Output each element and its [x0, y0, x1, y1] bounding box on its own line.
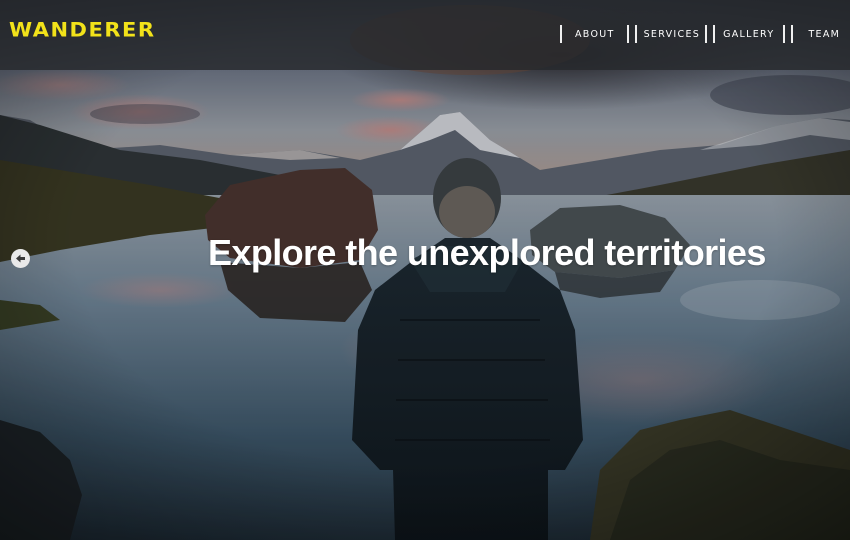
- site-logo[interactable]: WANDERER: [9, 19, 156, 42]
- carousel-prev-button[interactable]: [11, 249, 30, 268]
- top-navbar: WANDERER ABOUT SERVICES GALLERY TEAM: [0, 0, 850, 70]
- arrow-left-icon: [16, 254, 25, 263]
- nav-item-gallery[interactable]: GALLERY: [713, 25, 786, 43]
- nav-item-services[interactable]: SERVICES: [634, 25, 708, 43]
- nav-item-team[interactable]: TEAM: [791, 25, 850, 43]
- nav-item-about[interactable]: ABOUT: [560, 25, 629, 43]
- main-nav: ABOUT SERVICES GALLERY TEAM: [560, 24, 850, 44]
- hero-headline: Explore the unexplored territories: [208, 232, 766, 273]
